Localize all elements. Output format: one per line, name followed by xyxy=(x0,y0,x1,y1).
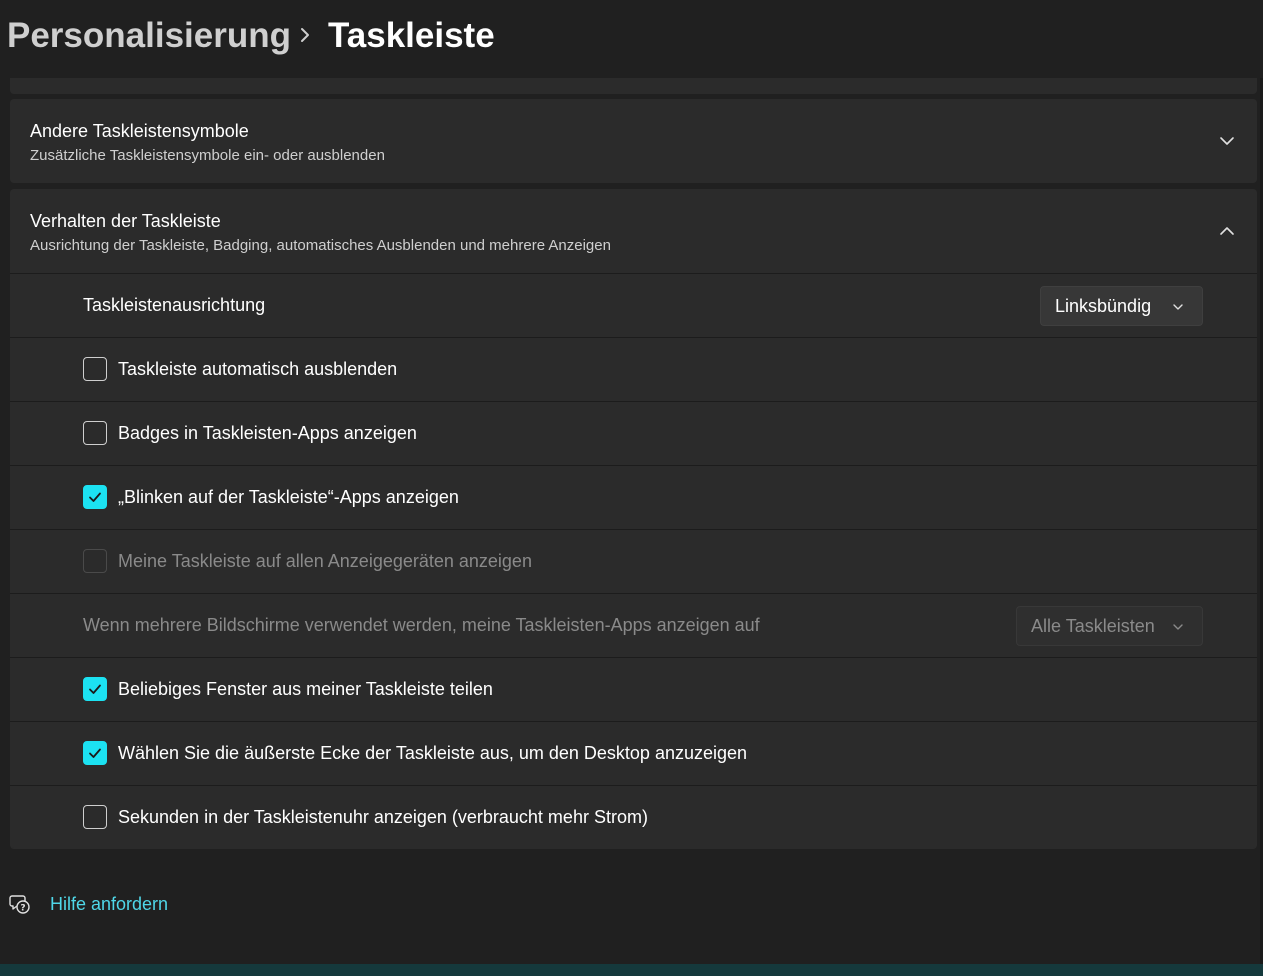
page-header: Personalisierung Taskleiste xyxy=(0,0,1263,78)
section-title: Verhalten der Taskleiste xyxy=(30,211,221,231)
all-displays-label: Meine Taskleiste auf allen Anzeigegeräte… xyxy=(118,551,532,571)
setting-row-badges: Badges in Taskleisten-Apps anzeigen xyxy=(10,401,1257,464)
section-title: Andere Taskleistensymbole xyxy=(30,121,249,141)
chevron-up-icon[interactable] xyxy=(1219,223,1235,239)
setting-row-corner-desktop: Wählen Sie die äußerste Ecke der Tasklei… xyxy=(10,721,1257,784)
setting-row-seconds-clock: Sekunden in der Taskleistenuhr anzeigen … xyxy=(10,785,1257,848)
flashing-label[interactable]: „Blinken auf der Taskleiste“-Apps anzeig… xyxy=(118,487,459,508)
multi-display-value: Alle Taskleisten xyxy=(1031,616,1155,636)
section-subtitle: Ausrichtung der Taskleiste, Badging, aut… xyxy=(30,237,611,254)
corner-desktop-label[interactable]: Wählen Sie die äußerste Ecke der Tasklei… xyxy=(118,743,747,764)
svg-text:?: ? xyxy=(20,904,25,914)
setting-row-all-displays: Meine Taskleiste auf allen Anzeigegeräte… xyxy=(10,529,1257,592)
checkmark-icon xyxy=(89,748,101,758)
corner-desktop-checkbox[interactable] xyxy=(83,741,107,765)
setting-row-share-window: Beliebiges Fenster aus meiner Taskleiste… xyxy=(10,657,1257,720)
autohide-checkbox[interactable] xyxy=(83,357,107,381)
section-subtitle: Zusätzliche Taskleistensymbole ein- oder… xyxy=(30,147,385,164)
alignment-dropdown[interactable]: Linksbündig xyxy=(1040,286,1203,326)
help-chat-icon: ? xyxy=(9,895,30,914)
section-other-icons[interactable]: Andere Taskleistensymbole Zusätzliche Ta… xyxy=(10,99,1257,183)
chevron-down-icon[interactable] xyxy=(1219,133,1235,149)
breadcrumb-parent[interactable]: Personalisierung xyxy=(7,16,291,56)
setting-row-multi-display: Wenn mehrere Bildschirme verwendet werde… xyxy=(10,593,1257,656)
multi-display-label: Wenn mehrere Bildschirme verwendet werde… xyxy=(83,615,760,635)
badges-label[interactable]: Badges in Taskleisten-Apps anzeigen xyxy=(118,423,417,444)
checkmark-icon xyxy=(89,684,101,694)
share-window-checkbox[interactable] xyxy=(83,677,107,701)
chevron-down-icon xyxy=(1173,304,1183,310)
share-window-label[interactable]: Beliebiges Fenster aus meiner Taskleiste… xyxy=(118,679,493,700)
seconds-clock-label[interactable]: Sekunden in der Taskleistenuhr anzeigen … xyxy=(118,807,648,828)
page-title: Taskleiste xyxy=(328,16,495,55)
chevron-down-icon xyxy=(1173,624,1183,630)
badges-checkbox[interactable] xyxy=(83,421,107,445)
section-behavior-header[interactable]: Verhalten der Taskleiste Ausrichtung der… xyxy=(10,189,1257,273)
help-link[interactable]: Hilfe anfordern xyxy=(50,894,168,915)
setting-row-flashing: „Blinken auf der Taskleiste“-Apps anzeig… xyxy=(10,465,1257,528)
multi-display-dropdown: Alle Taskleisten xyxy=(1016,606,1203,646)
alignment-value: Linksbündig xyxy=(1055,296,1152,316)
setting-row-autohide: Taskleiste automatisch ausblenden xyxy=(10,337,1257,400)
checkmark-icon xyxy=(89,492,101,502)
seconds-clock-checkbox[interactable] xyxy=(83,805,107,829)
chevron-right-icon xyxy=(301,28,309,42)
setting-row-alignment: Taskleistenausrichtung Linksbündig xyxy=(10,273,1257,336)
autohide-label[interactable]: Taskleiste automatisch ausblenden xyxy=(118,359,397,380)
alignment-label: Taskleistenausrichtung xyxy=(83,295,266,315)
flashing-checkbox[interactable] xyxy=(83,485,107,509)
all-displays-checkbox xyxy=(83,549,107,573)
taskbar-edge xyxy=(0,964,1263,976)
